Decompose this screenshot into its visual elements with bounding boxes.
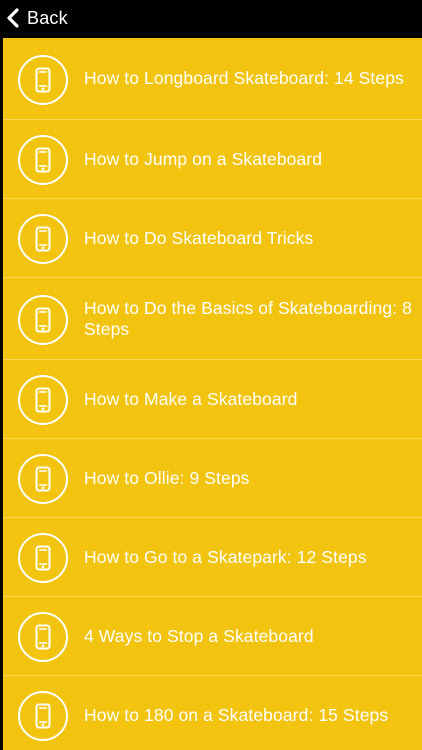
- list-item[interactable]: How to Go to a Skatepark: 12 Steps: [3, 518, 422, 597]
- phone-icon: [18, 294, 68, 345]
- list-item[interactable]: 4 Ways to Stop a Skateboard: [3, 597, 422, 676]
- phone-icon: [18, 612, 68, 662]
- list-item-label: How to Go to a Skatepark: 12 Steps: [84, 546, 367, 567]
- list-item-label: How to Ollie: 9 Steps: [84, 467, 250, 488]
- list-item-label: How to Do Skateboard Tricks: [84, 227, 314, 248]
- list-item-label: How to 180 on a Skateboard: 15 Steps: [84, 704, 389, 725]
- back-button[interactable]: Back: [6, 0, 68, 36]
- back-label: Back: [27, 7, 68, 28]
- list-item-label: 4 Ways to Stop a Skateboard: [84, 625, 314, 646]
- list-item[interactable]: How to Longboard Skateboard: 14 Steps: [3, 38, 422, 120]
- list-item-label: How to Make a Skateboard: [84, 388, 298, 409]
- phone-icon: [18, 375, 68, 425]
- chevron-left-icon: [6, 8, 20, 28]
- phone-icon: [18, 533, 68, 583]
- list-item-label: How to Do the Basics of Skateboarding: 8…: [84, 297, 412, 339]
- list-item[interactable]: How to Jump on a Skateboard: [3, 120, 422, 199]
- phone-icon: [18, 135, 68, 185]
- phone-icon: [18, 54, 68, 105]
- list-item-label: How to Jump on a Skateboard: [84, 148, 323, 169]
- article-list-panel: How to Longboard Skateboard: 14 Steps Ho…: [3, 38, 422, 750]
- list-item[interactable]: How to Ollie: 9 Steps: [3, 439, 422, 518]
- list-item-label: How to Longboard Skateboard: 14 Steps: [84, 68, 404, 88]
- list-item[interactable]: How to 180 on a Skateboard: 15 Steps: [3, 676, 422, 750]
- phone-icon: [18, 454, 68, 504]
- top-bar: Back: [0, 0, 422, 36]
- phone-icon: [18, 214, 68, 264]
- list-item[interactable]: How to Do the Basics of Skateboarding: 8…: [3, 278, 422, 360]
- article-list: How to Longboard Skateboard: 14 Steps Ho…: [3, 38, 422, 750]
- list-item[interactable]: How to Make a Skateboard: [3, 360, 422, 439]
- phone-icon: [18, 691, 68, 741]
- list-item[interactable]: How to Do Skateboard Tricks: [3, 199, 422, 278]
